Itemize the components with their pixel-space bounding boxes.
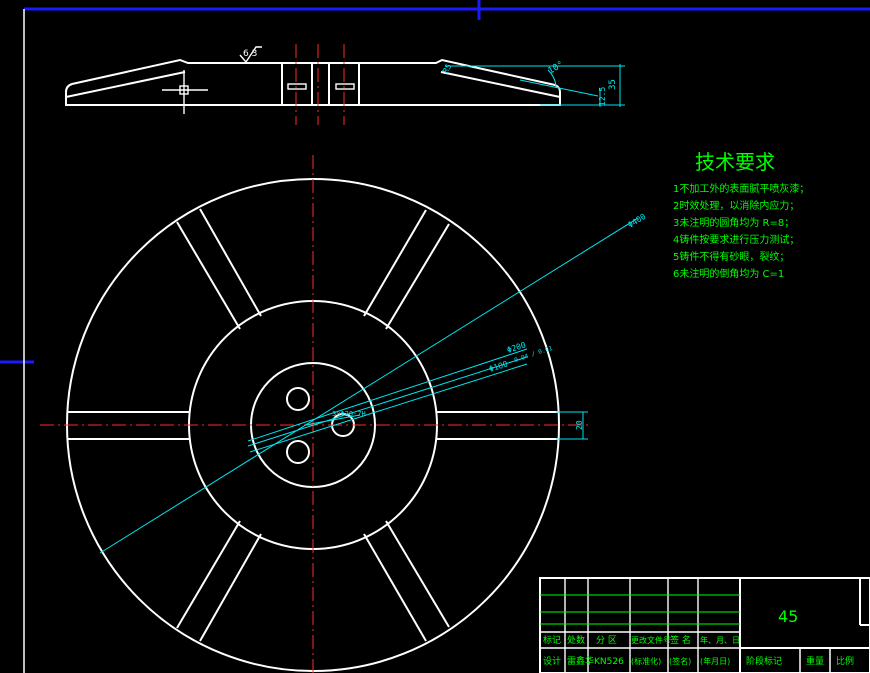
technical-requirements: 技术要求 1不加工外的表面腻平喷灰漆； 2时效处理，以消除内应力； 3未注明的圆… xyxy=(673,150,809,280)
tb-label-count: 处数 xyxy=(567,634,585,646)
slot-width-label: 20 xyxy=(575,420,584,430)
tb-stage-mark: 阶段标记 xyxy=(746,655,782,667)
roughness-label: 6.3 xyxy=(243,49,257,59)
tech-note-6: 6未注明的倒角均为 C=1 xyxy=(673,267,784,280)
tb-label-sign: 签 名 xyxy=(670,634,691,646)
dia-hub-label: Φ100 xyxy=(488,359,509,374)
material-label: 45 xyxy=(778,607,798,626)
height-dim: 35 xyxy=(608,79,618,90)
tech-note-1: 1不加工外的表面腻平喷灰漆； xyxy=(673,182,809,195)
tb-label-design: 设计 xyxy=(543,655,561,667)
tech-note-5: 5铸件不得有砂眼，裂纹； xyxy=(673,250,789,263)
tb-label-mark: 标记 xyxy=(543,634,561,646)
tb-scale: 比例 xyxy=(836,655,854,667)
tb-label-date: 年、月、日 xyxy=(700,635,740,645)
section-view: 6.3 35 12.5 10° R5 xyxy=(65,44,625,125)
tb-date-value: (年月日) xyxy=(700,656,730,666)
tb-designer: 雷鑫华 xyxy=(567,655,594,667)
cad-drawing: 6.3 35 12.5 10° R5 Φ400 Φ200 Φ100 0.04 /… xyxy=(0,0,870,673)
tech-title: 技术要求 xyxy=(695,150,775,174)
slot-upper-right xyxy=(363,209,450,330)
dia-outer-label: Φ400 xyxy=(626,212,647,230)
cad-drawing-canvas: 6.3 35 12.5 10° R5 Φ400 Φ200 Φ100 0.04 /… xyxy=(0,0,870,673)
tech-note-3: 3未注明的圆角均为 R=8； xyxy=(673,216,794,229)
tb-weight: 重量 xyxy=(806,655,824,667)
tb-code: KN526 xyxy=(594,657,624,667)
tb-label-change-doc: 更改文件号 xyxy=(631,635,671,645)
tb-label-zone: 分 区 xyxy=(596,635,617,646)
holes-label: 3×Φ20-7H xyxy=(332,410,366,418)
slot-upper-left xyxy=(176,208,262,330)
sheet-frame xyxy=(0,0,870,673)
height-small-dim: 12.5 xyxy=(598,87,607,106)
slot-lower-left xyxy=(176,520,262,642)
slot-lower-right xyxy=(363,520,450,642)
tb-standardize: (标准化) xyxy=(631,656,661,666)
tech-note-2: 2时效处理，以消除内应力； xyxy=(673,199,799,212)
tb-signature: (签名) xyxy=(669,656,691,666)
angle-dim: 10° xyxy=(547,60,566,77)
tech-note-4: 4铸件按要求进行压力测试； xyxy=(673,233,799,246)
title-block: 45 标记 处数 分 区 更改文件号 签 名 年、月、日 设计 雷鑫华 KN52… xyxy=(539,577,870,673)
